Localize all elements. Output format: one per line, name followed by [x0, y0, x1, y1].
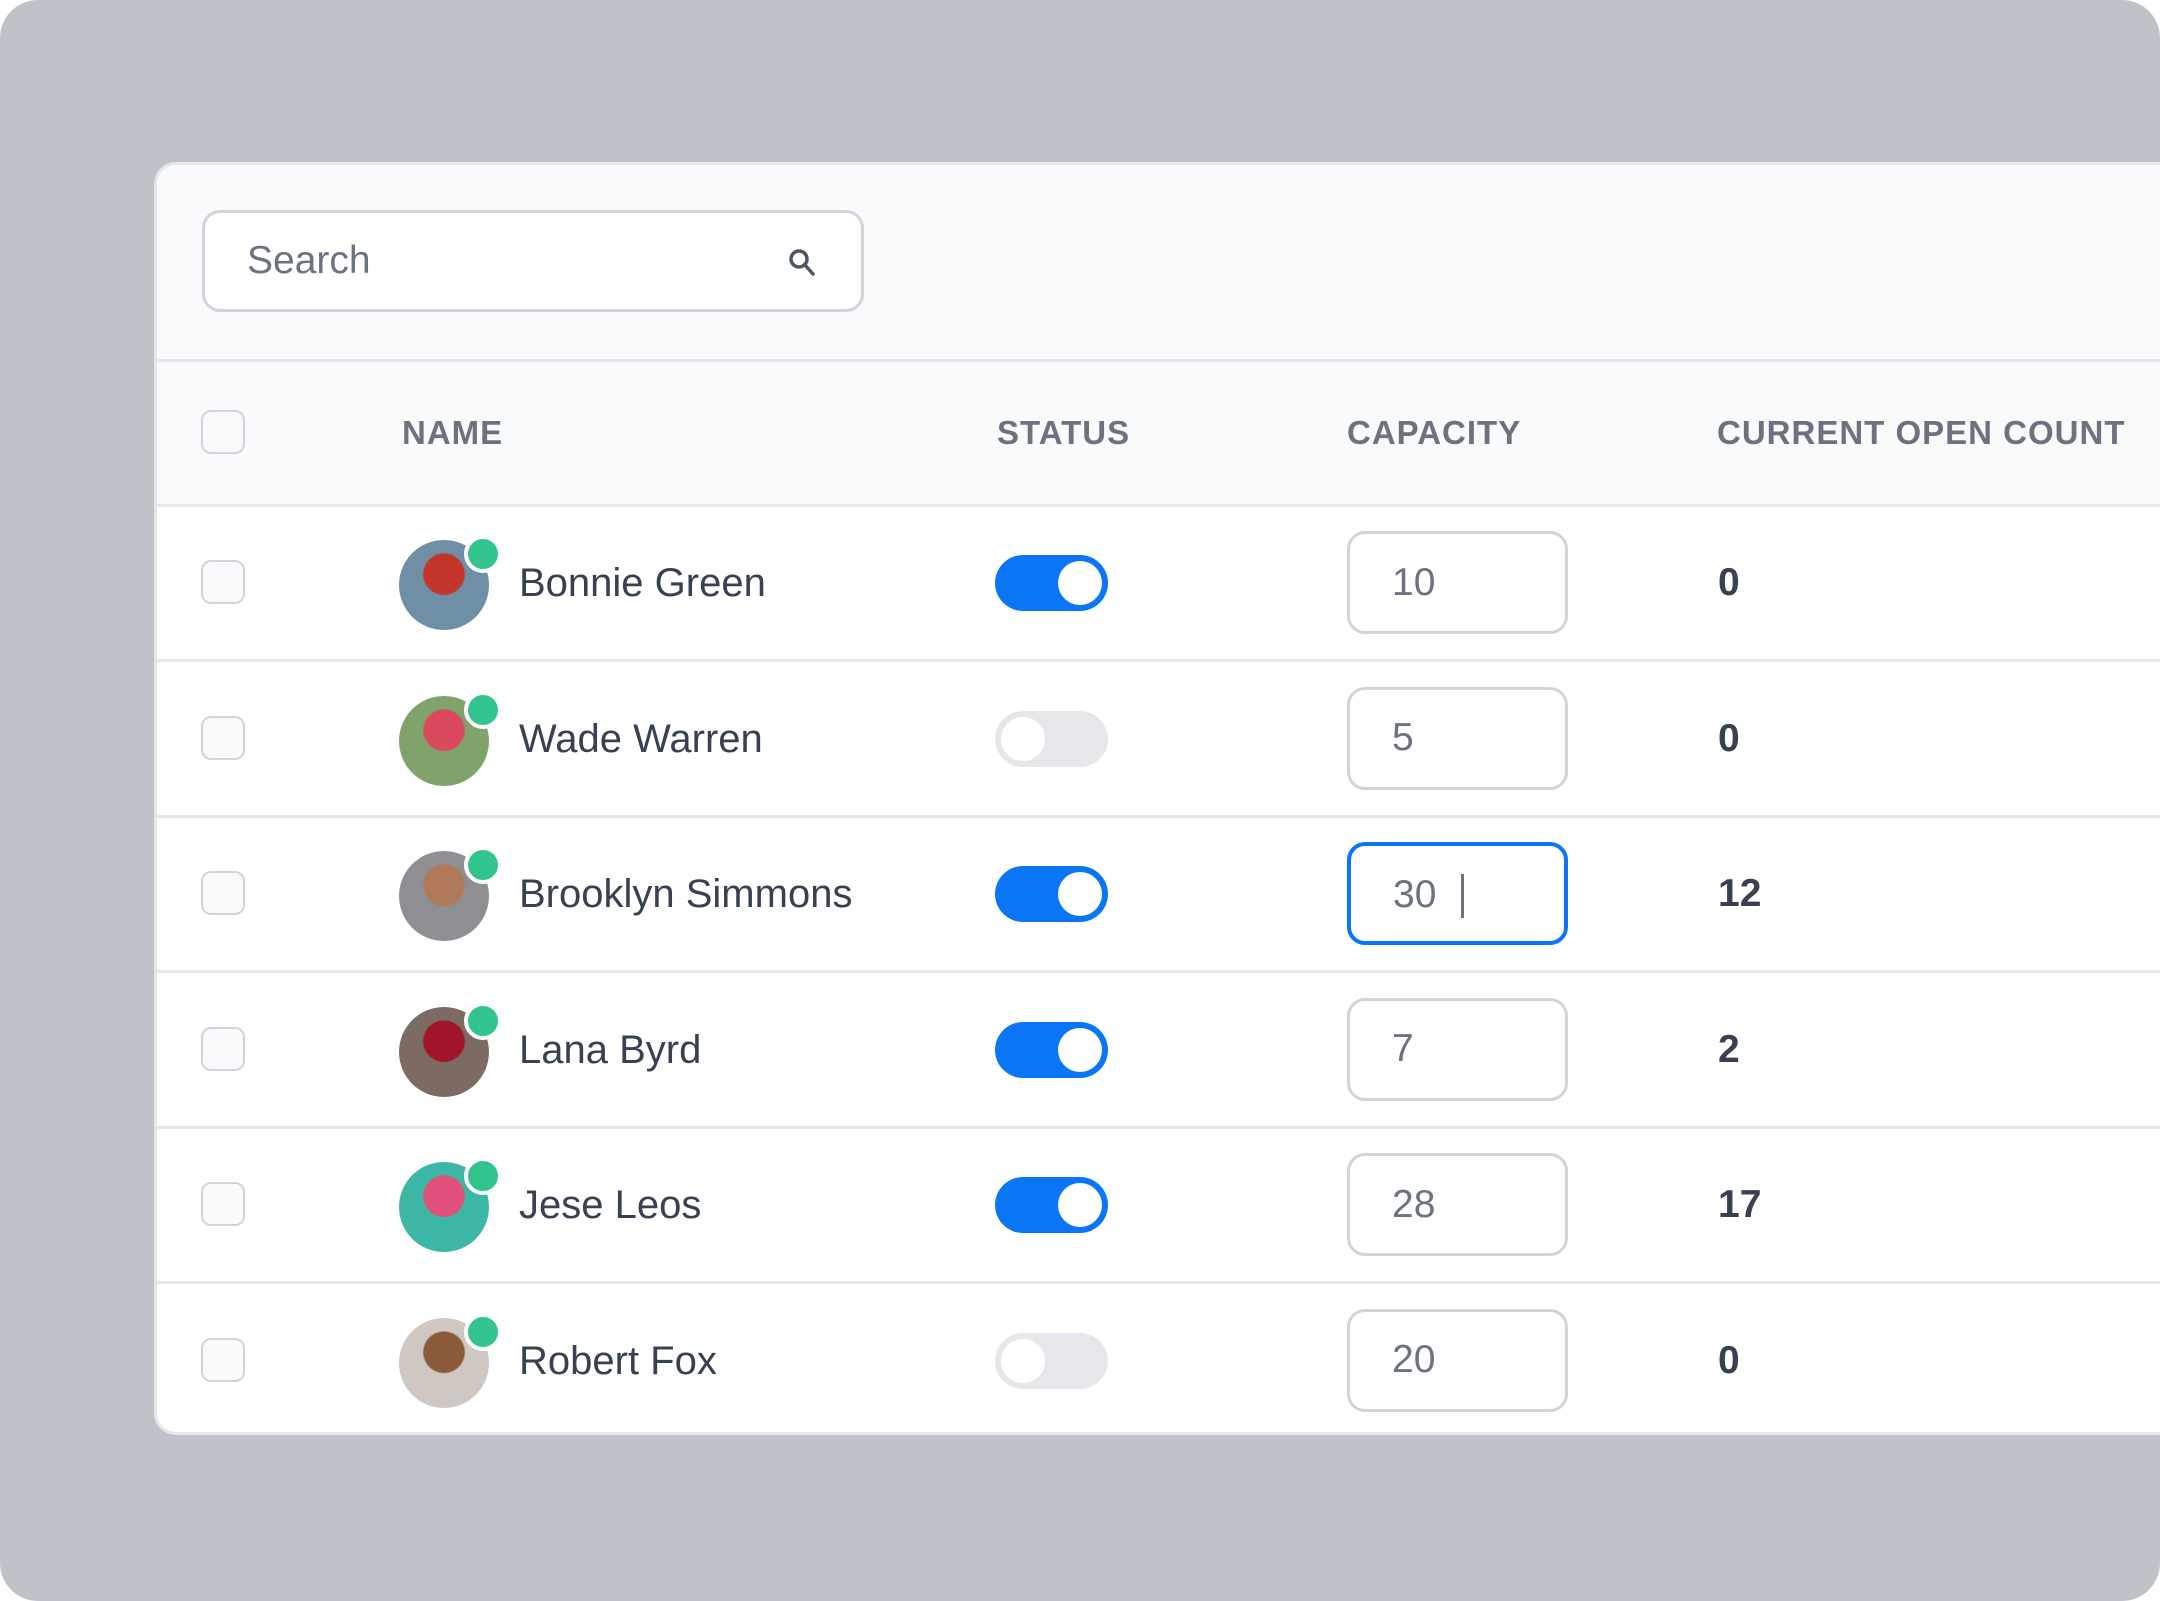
- status-toggle[interactable]: [995, 866, 1108, 922]
- capacity-field[interactable]: [1347, 1153, 1568, 1256]
- table-row: Lana Byrd 2: [157, 973, 2160, 1129]
- capacity-field[interactable]: [1347, 531, 1568, 634]
- current-open-count: 2: [1718, 1027, 1740, 1071]
- capacity-input[interactable]: [1392, 1156, 1552, 1253]
- row-checkbox[interactable]: [201, 1337, 245, 1382]
- capacity-field[interactable]: [1347, 686, 1568, 790]
- user-name: Bonnie Green: [519, 561, 766, 605]
- table-row: Jese Leos 17: [157, 1129, 2160, 1284]
- row-checkbox[interactable]: [201, 871, 245, 915]
- online-status-dot: [464, 535, 502, 573]
- capacity-input[interactable]: [1392, 534, 1552, 631]
- table-row: Brooklyn Simmons 12: [157, 818, 2160, 973]
- search-input[interactable]: [247, 213, 767, 309]
- column-header-name[interactable]: NAME: [402, 362, 503, 504]
- row-checkbox[interactable]: [201, 1026, 245, 1071]
- select-all-checkbox[interactable]: [201, 410, 245, 454]
- capacity-input[interactable]: [1392, 689, 1552, 787]
- online-status-dot: [464, 1157, 502, 1195]
- status-toggle[interactable]: [995, 710, 1108, 767]
- user-name: Robert Fox: [519, 1338, 717, 1383]
- toggle-knob: [1058, 872, 1102, 916]
- toggle-knob: [1001, 1338, 1045, 1383]
- toggle-knob: [1058, 1027, 1102, 1072]
- current-open-count: 17: [1718, 1183, 1762, 1226]
- table-row: Bonnie Green 0: [157, 507, 2160, 662]
- current-open-count: 0: [1718, 561, 1740, 604]
- online-status-dot: [464, 1312, 502, 1351]
- table-header: NAME STATUS CAPACITY CURRENT OPEN COUNT: [157, 362, 2160, 507]
- search-icon[interactable]: [787, 247, 817, 277]
- status-toggle[interactable]: [995, 1177, 1108, 1233]
- status-toggle[interactable]: [995, 555, 1108, 611]
- column-header-capacity[interactable]: CAPACITY: [1347, 362, 1521, 504]
- online-status-dot: [464, 846, 502, 884]
- row-checkbox[interactable]: [201, 1182, 245, 1226]
- capacity-field[interactable]: [1347, 842, 1568, 945]
- toggle-knob: [1058, 1183, 1102, 1227]
- current-open-count: 12: [1718, 872, 1762, 915]
- current-open-count: 0: [1718, 1338, 1740, 1382]
- status-toggle[interactable]: [995, 1332, 1108, 1389]
- user-name: Brooklyn Simmons: [519, 872, 853, 916]
- row-checkbox[interactable]: [201, 560, 245, 604]
- user-name: Jese Leos: [519, 1183, 702, 1227]
- text-cursor: [1461, 874, 1464, 918]
- table-row: Robert Fox 0: [157, 1284, 2160, 1432]
- status-toggle[interactable]: [995, 1021, 1108, 1078]
- current-open-count: 0: [1718, 716, 1740, 760]
- capacity-field[interactable]: [1347, 1308, 1568, 1412]
- user-name: Lana Byrd: [519, 1027, 702, 1072]
- table-card: NAME STATUS CAPACITY CURRENT OPEN COUNT …: [154, 162, 2160, 1435]
- capacity-input[interactable]: [1392, 1000, 1552, 1098]
- capacity-input[interactable]: [1393, 846, 1553, 943]
- table-row: Wade Warren 0: [157, 662, 2160, 818]
- column-header-status[interactable]: STATUS: [997, 362, 1130, 504]
- search-box[interactable]: [202, 210, 864, 312]
- column-header-current-open-count[interactable]: CURRENT OPEN COUNT: [1717, 362, 2126, 504]
- table-toolbar: [157, 165, 2160, 362]
- toggle-knob: [1058, 561, 1102, 605]
- row-checkbox[interactable]: [201, 715, 245, 760]
- capacity-field[interactable]: [1347, 997, 1568, 1101]
- online-status-dot: [464, 690, 502, 729]
- capacity-input[interactable]: [1392, 1311, 1552, 1409]
- background-frame: NAME STATUS CAPACITY CURRENT OPEN COUNT …: [0, 0, 2160, 1601]
- user-name: Wade Warren: [519, 716, 763, 761]
- online-status-dot: [464, 1001, 502, 1040]
- toggle-knob: [1001, 716, 1045, 761]
